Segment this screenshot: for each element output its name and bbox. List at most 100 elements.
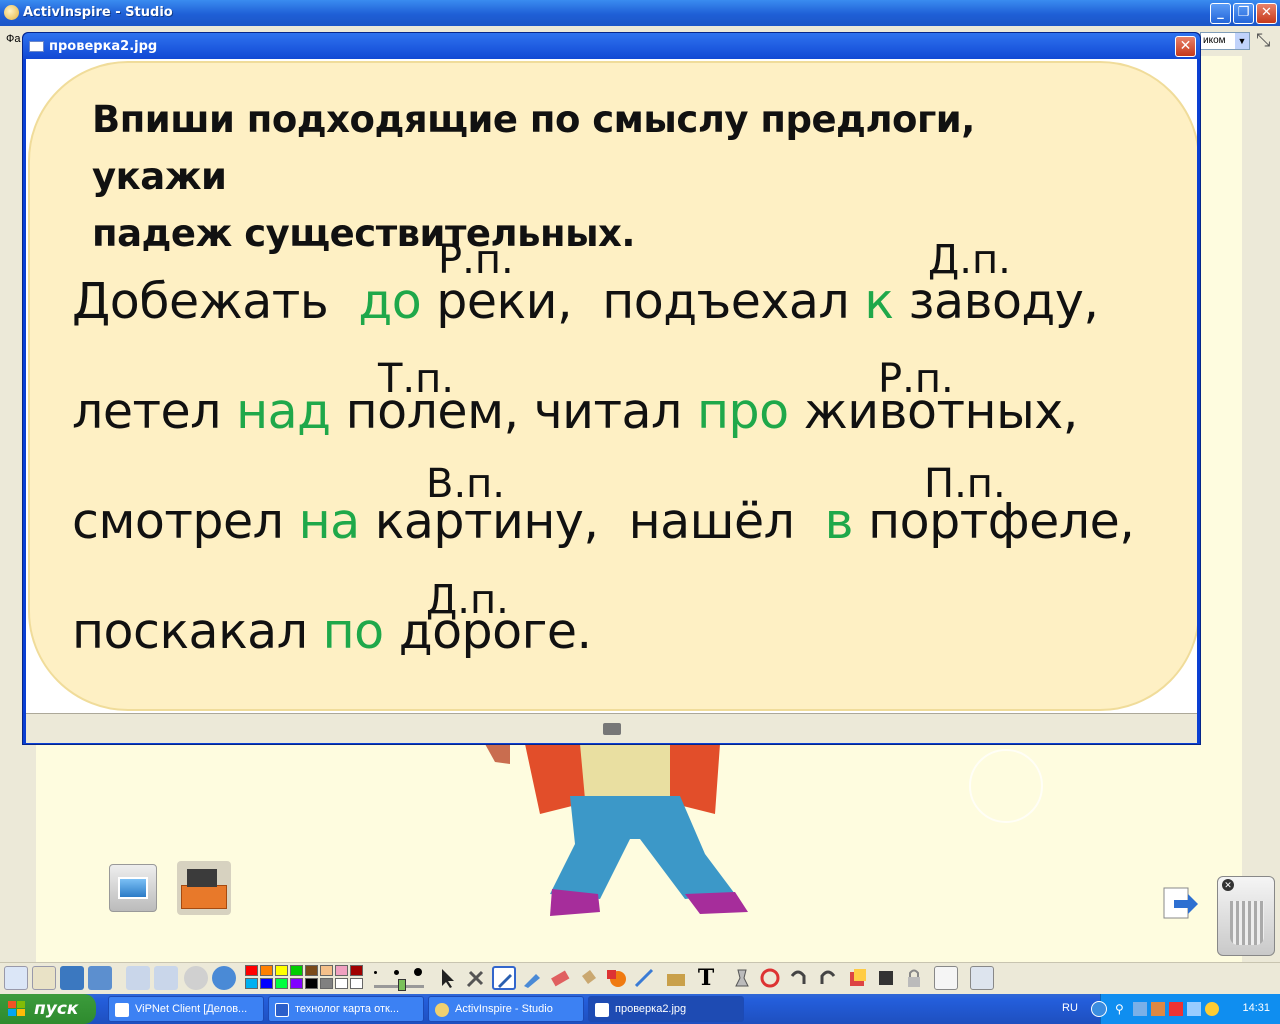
sentence-line: Добежать до реки, подъехал к заводу, [72,273,1099,330]
page-fit-combo[interactable]: иком ▼ [1200,32,1250,50]
color-swatch[interactable] [350,978,363,989]
revealer-icon[interactable] [874,966,898,990]
activinspire-app-icon [4,5,19,20]
color-swatch[interactable] [260,978,273,989]
redo-icon[interactable] [816,966,840,990]
restore-button[interactable]: ❐ [1233,3,1254,24]
color-swatch[interactable] [275,965,288,976]
activinspire-icon [435,1003,449,1017]
magic-ink-icon[interactable] [730,966,754,990]
fill-icon[interactable] [576,966,600,990]
customize-toolbar-icon[interactable] [970,966,994,990]
color-swatch[interactable] [245,965,258,976]
image-file-icon [29,41,44,52]
update-icon[interactable] [1205,1002,1219,1016]
sentence-line: летел над полем, читал про животных, [72,383,1078,440]
color-swatch[interactable] [305,978,318,989]
windows-taskbar: пуск ViPNet Client [Делов... технолог ка… [0,994,1280,1024]
color-swatch[interactable] [335,965,348,976]
image-viewer-title: проверка2.jpg [49,39,158,54]
trash-close-icon[interactable]: ✕ [1222,879,1234,891]
faint-circle-decoration [969,749,1043,823]
tools-icon[interactable] [464,966,488,990]
trash-bin-icon[interactable]: ✕ [1217,876,1275,956]
preposition: про [696,383,789,440]
reset-page-icon[interactable] [758,966,782,990]
color-swatch[interactable] [290,978,303,989]
text-tool-icon[interactable]: T [694,966,718,990]
undo-icon[interactable] [786,966,810,990]
image-thumbnail-icon[interactable] [109,864,157,912]
sentence-line: смотрел на картину, нашёл в портфеле, [72,493,1135,550]
spotlight-icon[interactable] [846,966,870,990]
color-swatch[interactable] [275,978,288,989]
start-button[interactable]: пуск [0,994,96,1024]
previous-page-icon[interactable] [126,966,150,990]
eraser-icon[interactable] [548,966,572,990]
antivirus-icon[interactable] [1169,1002,1183,1016]
color-swatch[interactable] [290,965,303,976]
preposition: по [322,603,385,660]
play-icon[interactable] [184,966,208,990]
color-swatch[interactable] [305,965,318,976]
image-viewer-close-button[interactable]: ✕ [1175,36,1196,57]
app-title-bar: ActivInspire - Studio _ ❐ ✕ [0,0,1280,26]
sentence-line: поскакал по дороге. [72,603,592,660]
instruction-line-1: Впиши подходящие по смыслу предлоги, ука… [92,98,975,198]
image-viewer-title-bar[interactable]: проверка2.jpg ✕ [23,33,1200,59]
notes-icon[interactable] [934,966,958,990]
image-window-icon [595,1003,609,1017]
image-viewer-window[interactable]: проверка2.jpg ✕ Впиши подходящие по смыс… [22,32,1201,745]
app-close-button[interactable]: ✕ [1256,3,1277,24]
select-cursor-icon[interactable] [436,966,460,990]
network-icon[interactable] [1133,1002,1147,1016]
color-swatch[interactable] [350,965,363,976]
language-indicator[interactable]: RU [1062,1002,1078,1014]
taskbar-task[interactable]: ActivInspire - Studio [428,996,584,1022]
browsers-icon[interactable] [32,966,56,990]
toolbox-icon[interactable] [177,861,231,915]
page-fit-combo-value: иком [1203,35,1226,46]
exercise-card: Впиши подходящие по смыслу предлоги, ука… [28,61,1197,711]
connector-icon[interactable] [632,966,656,990]
collapse-icon[interactable]: ⤡ [1256,30,1270,51]
color-swatch[interactable] [245,978,258,989]
taskbar-task[interactable]: технолог карта отк... [268,996,424,1022]
preposition: к [864,273,894,330]
menu-file[interactable]: Фа [6,33,20,45]
next-page-arrow-icon[interactable] [1160,884,1200,924]
cartoon-character-illustration [485,744,748,916]
taskbar-task[interactable]: ViPNet Client [Делов... [108,996,264,1022]
highlighter-icon[interactable] [520,966,544,990]
taskbar-task[interactable]: проверка2.jpg [588,996,744,1022]
windows-flag-icon [8,1001,25,1016]
main-menu-icon[interactable] [4,966,28,990]
preposition: над [236,383,331,440]
color-swatch[interactable] [320,965,333,976]
web-browser-icon[interactable] [212,966,236,990]
color-swatch[interactable] [335,978,348,989]
clapper-icon[interactable] [664,966,688,990]
chevron-down-icon: ▼ [1235,33,1249,49]
shape-icon[interactable] [604,966,628,990]
desktop-annotate-icon[interactable] [88,966,112,990]
security-icon[interactable] [1151,1002,1165,1016]
pen-icon[interactable] [492,966,516,990]
start-label: пуск [34,999,79,1019]
pen-width-slider[interactable] [370,967,430,991]
lock-icon[interactable] [902,966,926,990]
color-swatch[interactable] [320,978,333,989]
color-swatch[interactable] [260,965,273,976]
main-toolbar: T [0,962,1280,994]
camera-icon[interactable] [603,723,621,735]
system-tray: ⚲ 14:31 [1091,994,1280,1024]
next-page-icon[interactable] [154,966,178,990]
clock[interactable]: 14:31 [1242,1002,1270,1014]
tray-expand-icon[interactable] [1091,1001,1107,1017]
page-icon[interactable] [60,966,84,990]
minimize-button[interactable]: _ [1210,3,1231,24]
image-viewer-status-bar [26,713,1197,743]
volume-icon[interactable] [1187,1002,1201,1016]
search-icon[interactable]: ⚲ [1115,1002,1124,1016]
color-palette [245,965,367,993]
